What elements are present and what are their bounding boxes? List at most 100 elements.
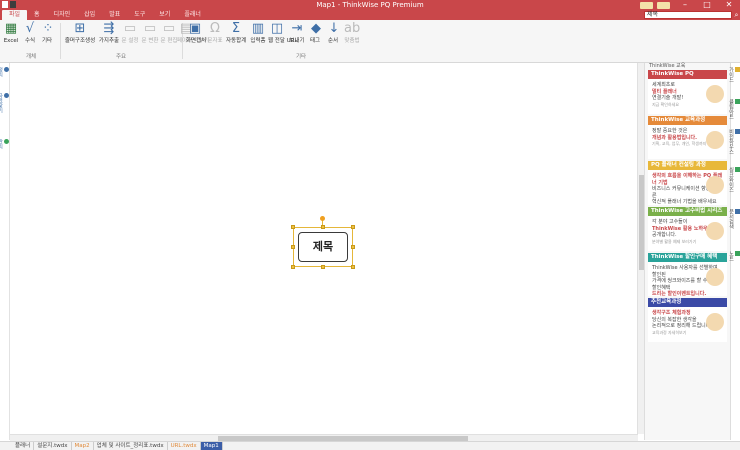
file3-button[interactable]: ▭ 문 편집 xyxy=(160,22,178,54)
left-sidebar-item[interactable]: 관리 xyxy=(0,139,9,149)
document-tab[interactable]: Map2 xyxy=(72,442,94,450)
ribbon-button-label: 문 편집 xyxy=(160,38,178,44)
vertical-scrollbar[interactable] xyxy=(637,63,644,434)
ribbon-tab[interactable]: 발표 xyxy=(102,10,127,20)
ribbon-button-label: 태그 xyxy=(309,38,321,44)
ribbon-button-label: 가지추출 xyxy=(98,38,120,44)
spell-button[interactable]: ab 맞춤법 xyxy=(343,22,361,54)
left-sidebar-item[interactable]: 자료찾기 xyxy=(0,93,9,113)
promo-card[interactable]: 추천교육과정 생각구조 체험과정 당신의 복잡한 생각을 논리적으로 정리해 드립니다… xyxy=(648,298,727,342)
sidebar-item-icon xyxy=(4,93,9,98)
ribbon-button-label: 줄머구조생성 xyxy=(64,38,96,44)
ribbon-tab[interactable]: 홈 xyxy=(27,10,47,20)
doc-icon: ▭ xyxy=(143,21,157,36)
send-button[interactable]: ⇥ 보내기 xyxy=(288,22,306,54)
document-tab[interactable]: Map1 xyxy=(200,442,223,450)
promo-card[interactable]: ThinkWise 고수비법 시리즈 각 분야 고수들이 ThinkWise 활용 … xyxy=(648,207,727,251)
right-tab[interactable]: 문서검색 xyxy=(728,209,740,229)
promo-card[interactable]: ThinkWise 교육과정 정말 중요한 것은 개념과 활용법입니다. 기획, 교육… xyxy=(648,116,727,159)
document-tab[interactable]: URL.twdx xyxy=(168,442,201,450)
rotate-handle[interactable] xyxy=(320,216,325,221)
horizontal-scrollbar[interactable] xyxy=(10,434,638,441)
right-tab[interactable]: 가이드 xyxy=(728,67,740,82)
promo-card-body: 정말 중요한 것은 개념과 활용법입니다. 기획, 교육, 업무, 개인, 학생까지… xyxy=(648,125,727,151)
search-input[interactable]: 제목 xyxy=(644,11,732,19)
omega-icon: Ω xyxy=(210,21,220,36)
document-tab[interactable]: 플래너 xyxy=(12,442,35,450)
outline-button[interactable]: ⊞ 줄머구조생성 xyxy=(64,22,96,54)
document-tab[interactable]: 설문지.twdx xyxy=(34,442,72,450)
ribbon-tab[interactable]: 디자인 xyxy=(47,10,78,20)
right-tab-icon xyxy=(735,129,740,134)
resize-handle[interactable] xyxy=(291,225,295,229)
order-button[interactable]: ↓ 순서 xyxy=(326,22,340,54)
input-button[interactable]: ▥ 입력폼 xyxy=(249,22,267,54)
resize-handle[interactable] xyxy=(351,245,355,249)
ribbon-tab[interactable]: 도구 xyxy=(127,10,152,20)
minimize-icon[interactable]: – xyxy=(674,0,696,10)
ribbon-button-label: 화면캡처 xyxy=(186,38,207,44)
weburl-button[interactable]: ◫ 웹 전달 URL xyxy=(268,21,298,54)
ribbon-tab[interactable]: 보기 xyxy=(152,10,177,20)
ribbon-tab[interactable]: 삽입 xyxy=(77,10,102,20)
web-icon: ◫ xyxy=(270,21,284,36)
other-button[interactable]: ⁘ 기타 xyxy=(40,22,54,54)
promo-card[interactable]: ThinkWise 할인구매 혜택 ThinkWise 사용자를 선별하여 할인된… xyxy=(648,253,727,303)
formula-button[interactable]: √ 수식 xyxy=(22,22,38,54)
right-tab[interactable]: 노트 xyxy=(728,251,740,261)
resize-handle[interactable] xyxy=(291,245,295,249)
excel-button[interactable]: ▦ Excel xyxy=(3,22,19,54)
resize-handle[interactable] xyxy=(321,225,325,229)
maximize-icon[interactable]: □ xyxy=(696,0,718,10)
ribbon-button-label: 자동합계 xyxy=(226,38,247,44)
right-panel: ThinkWise 교육 ThinkWise PQ 세계최초로 멀티 플래너 연결기술… xyxy=(644,63,730,440)
promo-card-header: ThinkWise 고수비법 시리즈 xyxy=(648,207,727,216)
right-tab[interactable]: 씽크와이즈 xyxy=(728,167,740,192)
promo-illustration-icon xyxy=(706,131,724,149)
sidebar-item-label: 관리 xyxy=(0,139,3,149)
screen-button[interactable]: ▣ 화면캡처 xyxy=(186,21,207,54)
promo-card[interactable]: ThinkWise PQ 세계최초로 멀티 플래너 연결기술 개발! 지금 확인하세요 xyxy=(648,70,727,114)
promo-card-header: ThinkWise 할인구매 혜택 xyxy=(648,253,727,262)
help-icon[interactable] xyxy=(657,1,670,9)
promo-card-body: 각 분야 고수들이 ThinkWise 활용 노하우를 공개합니다. 분야별 활용 예… xyxy=(648,216,727,248)
right-tab-label: 비전하우스 xyxy=(728,129,734,154)
excel-icon: ▦ xyxy=(4,21,18,36)
window-controls: – □ ✕ xyxy=(640,0,740,10)
autosum-button[interactable]: Σ 자동합계 xyxy=(226,22,246,54)
left-sidebar-item[interactable]: 정리 xyxy=(0,67,9,77)
notice-icon[interactable] xyxy=(640,1,653,9)
order-icon: ↓ xyxy=(328,21,340,36)
input-icon: ▥ xyxy=(251,21,265,36)
ribbon-button-label: 문자표 xyxy=(207,38,223,44)
screen-icon: ▣ xyxy=(188,21,202,36)
resize-handle[interactable] xyxy=(351,265,355,269)
branch-button[interactable]: ⇶ 가지추출 xyxy=(97,22,121,54)
central-topic[interactable]: 제목 xyxy=(298,232,348,262)
ribbon-tab[interactable]: 파일 xyxy=(2,10,28,20)
symbol-button[interactable]: Ω 문자표 xyxy=(207,22,223,54)
close-icon[interactable]: ✕ xyxy=(718,0,740,10)
tag-button[interactable]: ◆ 태그 xyxy=(308,22,322,54)
ribbon-tab-bar: 파일 홈 디자인 삽입 발표 도구 보기 플래너 xyxy=(0,10,740,20)
title-bar: Map1 - ThinkWise PQ Premium – □ ✕ xyxy=(0,0,740,10)
promo-card-body: 생각구조 체험과정 당신의 복잡한 생각을 논리적으로 정리해 드립니다. 교육과정 … xyxy=(648,307,727,339)
file1-button[interactable]: ▭ 문 설정 xyxy=(121,22,139,54)
resize-handle[interactable] xyxy=(291,265,295,269)
right-tab[interactable]: 비전하우스 xyxy=(728,129,740,154)
resize-handle[interactable] xyxy=(351,225,355,229)
resize-handle[interactable] xyxy=(321,265,325,269)
ribbon-button-label: 맞춤법 xyxy=(344,38,360,44)
left-sidebar: 정리자료찾기관리 xyxy=(0,63,10,440)
file2-button[interactable]: ▭ 문 변환 xyxy=(141,22,159,54)
app-window: Map1 - ThinkWise PQ Premium – □ ✕ 파일 홈 디자인… xyxy=(0,0,740,450)
right-tab-label: 클립아트 xyxy=(728,99,734,119)
promo-card[interactable]: PQ 플래너 컨설팅 과정 생각의 흐름을 이해하는 PQ 플래너 기법 비즈니스 … xyxy=(648,161,727,205)
search-icon[interactable]: ⌕ xyxy=(733,10,740,20)
ribbon-tab[interactable]: 플래너 xyxy=(177,10,208,20)
right-tab-label: 가이드 xyxy=(728,67,734,82)
document-tab[interactable]: 업체 및 사이트_정리표.twdx xyxy=(94,442,168,450)
topic-selection[interactable]: 제목 xyxy=(291,225,355,269)
right-tab[interactable]: 클립아트 xyxy=(728,99,740,119)
promo-illustration-icon xyxy=(706,268,724,286)
